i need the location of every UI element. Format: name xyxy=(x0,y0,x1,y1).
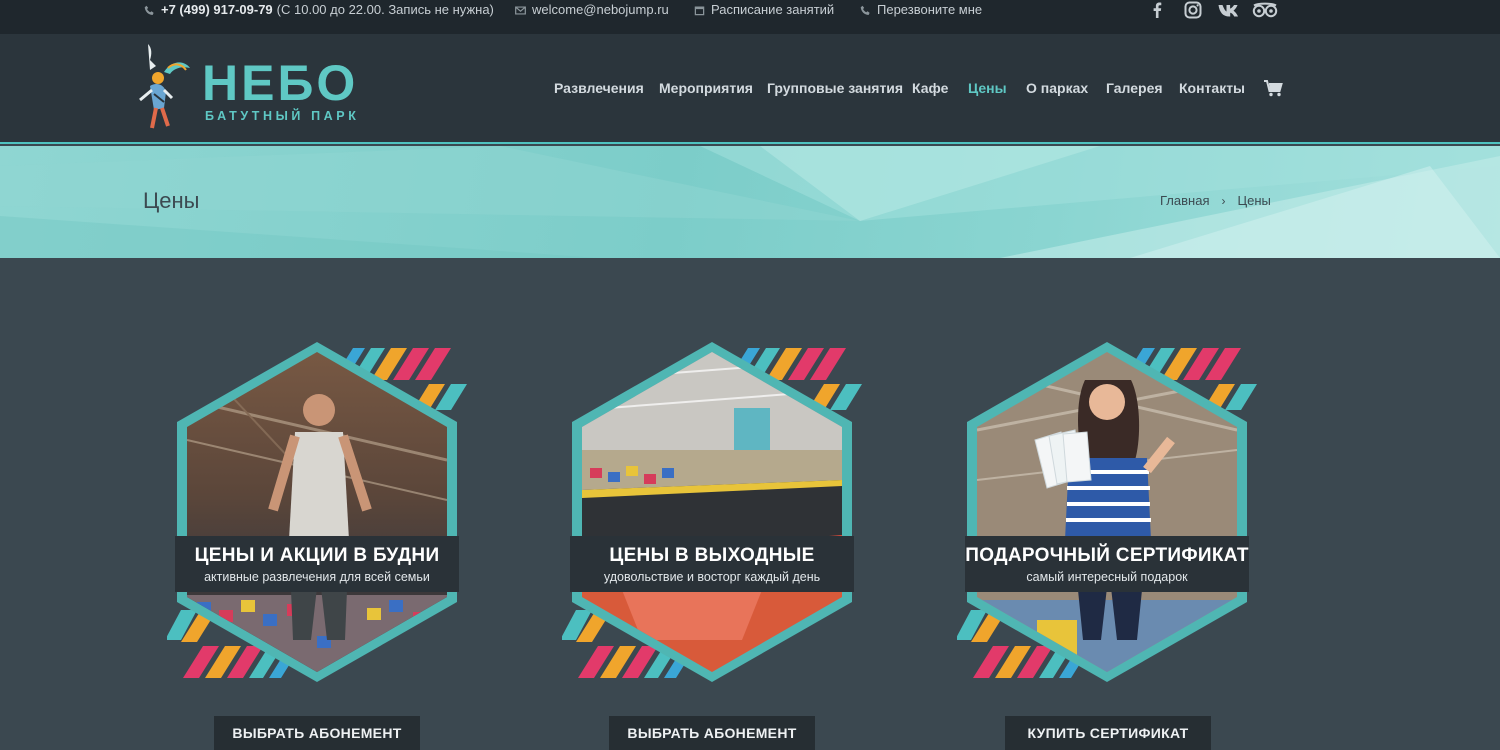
logo-title[interactable]: НЕБО xyxy=(202,58,358,108)
facebook-icon[interactable] xyxy=(1148,0,1166,20)
nav-prices[interactable]: Цены xyxy=(968,80,1007,96)
page-title: Цены xyxy=(143,188,200,213)
buy-certificate-button[interactable]: КУПИТЬ СЕРТИФИКАТ xyxy=(1005,716,1211,750)
nav-events[interactable]: Мероприятия xyxy=(659,80,753,96)
schedule-label[interactable]: Расписание занятий xyxy=(711,0,834,20)
card-title: ПОДАРОЧНЫЙ СЕРТИФИКАТ xyxy=(965,544,1249,566)
title-band-background xyxy=(0,146,1500,258)
card-banner: ЦЕНЫ И АКЦИИ В БУДНИ активные развлечени… xyxy=(175,536,459,592)
choose-subscription-weekend-button[interactable]: ВЫБРАТЬ АБОНЕМЕНТ xyxy=(609,716,815,750)
breadcrumb-separator: › xyxy=(1221,193,1226,208)
email-contact[interactable]: welcome@nebojump.ru xyxy=(514,0,669,20)
phone-contact[interactable]: +7 (499) 917-09-79 (С 10.00 до 22.00. За… xyxy=(143,0,494,20)
card-subtitle: самый интересный подарок xyxy=(1026,569,1188,584)
nav-cafe[interactable]: Кафе xyxy=(912,80,948,96)
choose-subscription-weekday-button[interactable]: ВЫБРАТЬ АБОНЕМЕНТ xyxy=(214,716,420,750)
tripadvisor-icon[interactable] xyxy=(1252,0,1278,20)
calendar-icon xyxy=(693,4,705,16)
card-title: ЦЕНЫ В ВЫХОДНЫЕ xyxy=(609,544,815,566)
email-link[interactable]: welcome@nebojump.ru xyxy=(532,0,669,20)
callback-label[interactable]: Перезвоните мне xyxy=(877,0,982,20)
phone-note: (С 10.00 до 22.00. Запись не нужна) xyxy=(276,2,494,17)
breadcrumb-current: Цены xyxy=(1237,193,1271,208)
card-subtitle: удовольствие и восторг каждый день xyxy=(603,569,821,584)
nav-about-parks[interactable]: О парках xyxy=(1026,80,1088,96)
cart-icon[interactable] xyxy=(1264,80,1283,97)
instagram-icon[interactable] xyxy=(1182,0,1204,20)
nav-group-classes[interactable]: Групповые занятия xyxy=(767,80,903,96)
phone-callback-icon xyxy=(859,4,871,16)
card-title: ЦЕНЫ И АКЦИИ В БУДНИ xyxy=(194,544,440,566)
schedule-link[interactable]: Расписание занятий xyxy=(693,0,834,20)
card-weekday-graphic xyxy=(167,342,467,682)
page-title-band: Цены Главная › Цены xyxy=(0,146,1500,258)
phone-icon xyxy=(143,4,155,16)
site-header: НЕБО БАТУТНЫЙ ПАРК Развлечения Мероприят… xyxy=(0,34,1500,144)
callback-link[interactable]: Перезвоните мне xyxy=(859,0,982,20)
nav-contacts[interactable]: Контакты xyxy=(1179,80,1245,96)
logo-subtitle: БАТУТНЫЙ ПАРК xyxy=(205,109,360,123)
nav-gallery[interactable]: Галерея xyxy=(1106,80,1163,96)
logo-jumper-icon[interactable] xyxy=(138,42,194,134)
card-weekend-prices[interactable]: ЦЕНЫ В ВЫХОДНЫЕ удовольствие и восторг к… xyxy=(562,340,862,685)
phone-number[interactable]: +7 (499) 917-09-79 xyxy=(161,0,273,20)
vk-icon[interactable] xyxy=(1217,0,1241,20)
card-gift-graphic xyxy=(957,342,1257,682)
card-banner: ЦЕНЫ В ВЫХОДНЫЕ удовольствие и восторг к… xyxy=(570,536,854,592)
nav-entertainment[interactable]: Развлечения xyxy=(554,80,644,96)
breadcrumb-home[interactable]: Главная xyxy=(1160,193,1209,208)
card-subtitle: активные развлечения для всей семьи xyxy=(204,569,430,584)
top-bar: +7 (499) 917-09-79 (С 10.00 до 22.00. За… xyxy=(0,0,1500,34)
breadcrumb: Главная › Цены xyxy=(1160,193,1271,208)
mail-icon xyxy=(514,4,526,16)
card-weekday-prices[interactable]: ЦЕНЫ И АКЦИИ В БУДНИ активные развлечени… xyxy=(167,340,467,685)
card-weekend-graphic xyxy=(562,342,862,682)
card-gift-certificate[interactable]: ПОДАРОЧНЫЙ СЕРТИФИКАТ самый интересный п… xyxy=(957,340,1257,685)
card-banner: ПОДАРОЧНЫЙ СЕРТИФИКАТ самый интересный п… xyxy=(965,536,1249,592)
